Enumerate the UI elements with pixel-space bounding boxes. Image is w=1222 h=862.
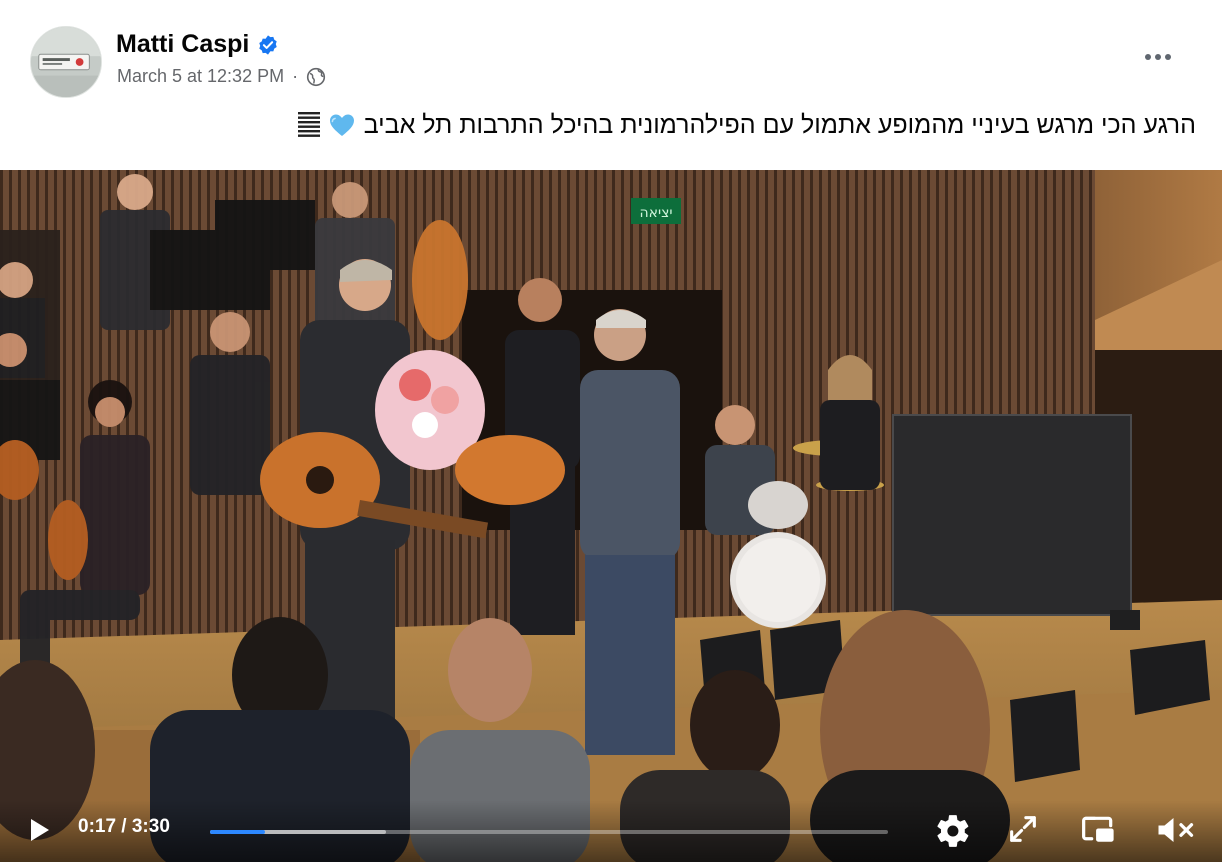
more-dot (1145, 54, 1151, 60)
settings-icon[interactable] (934, 812, 972, 850)
caption-text: הרגע הכי מרגש בעיניי מהמופע אתמול עם הפי… (363, 110, 1196, 139)
more-dot (1155, 54, 1161, 60)
facebook-post: Matti Caspi March 5 at 12:32 PM · הרגע ה… (0, 0, 1222, 862)
musical-notes-icon (297, 110, 320, 140)
video-controls: 0:17 / 3:30 (0, 800, 1222, 862)
played-bar (210, 830, 265, 834)
verified-badge-icon (257, 34, 279, 56)
blue-heart-icon (328, 112, 356, 138)
more-options-icon[interactable] (1138, 42, 1178, 72)
post-timestamp[interactable]: March 5 at 12:32 PM (117, 66, 284, 87)
author-row: Matti Caspi (116, 30, 279, 59)
author-avatar[interactable] (30, 26, 102, 98)
exit-sign: יציאה (639, 205, 672, 221)
mute-icon[interactable] (1154, 812, 1196, 848)
video-time: 0:17 / 3:30 (78, 816, 170, 837)
video-player[interactable]: יציאה 0:17 / 3:30 (0, 170, 1222, 862)
fullscreen-icon[interactable] (1006, 812, 1040, 846)
post-caption: הרגע הכי מרגש בעיניי מהמופע אתמול עם הפי… (297, 110, 1196, 140)
author-name[interactable]: Matti Caspi (116, 30, 249, 59)
concert-stage-video: יציאה (0, 170, 1222, 862)
play-icon[interactable] (22, 813, 56, 847)
picture-in-picture-icon[interactable] (1080, 812, 1118, 848)
more-dot (1165, 54, 1171, 60)
post-meta: March 5 at 12:32 PM · (117, 66, 326, 87)
meta-separator: · (292, 66, 299, 86)
video-progress-bar[interactable] (210, 830, 888, 834)
globe-icon[interactable] (306, 67, 326, 87)
